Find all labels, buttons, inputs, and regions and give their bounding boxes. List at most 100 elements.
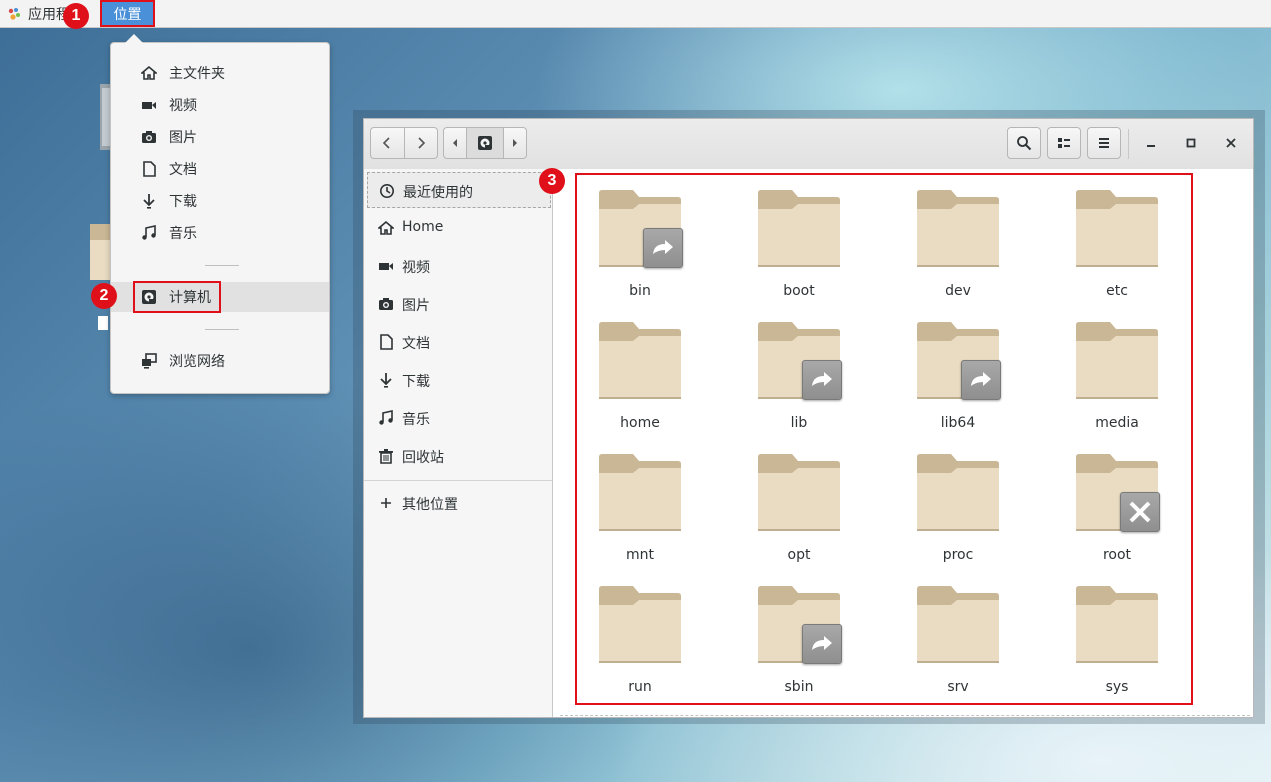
folder-icon <box>917 586 999 663</box>
folder-item-srv[interactable]: srv <box>898 579 1018 705</box>
folder-label: lib64 <box>940 415 976 431</box>
folder-label: run <box>628 679 652 695</box>
folder-label: media <box>1095 415 1139 431</box>
camera-icon <box>379 298 393 310</box>
sidebar-item-trash[interactable]: 回收站 <box>364 438 552 474</box>
header-bar <box>364 119 1253 170</box>
folder-item-lib64[interactable]: lib64 <box>898 315 1018 441</box>
places-item-documents[interactable]: 文档 <box>111 154 329 184</box>
places-item-label: 浏览网络 <box>169 354 225 370</box>
no-access-emblem-icon <box>1120 492 1160 532</box>
folder-icon <box>1076 190 1158 267</box>
sidebar-item-downloads[interactable]: 下载 <box>364 362 552 398</box>
home-icon <box>141 65 157 80</box>
recent-icon <box>380 184 394 198</box>
search-button[interactable] <box>1007 127 1041 159</box>
popup-arrow <box>125 34 143 43</box>
camera-icon <box>142 131 156 143</box>
folder-item-root[interactable]: root <box>1057 447 1177 573</box>
step-badge-3: 3 <box>539 168 565 194</box>
folder-icon <box>917 454 999 531</box>
folder-item-dev[interactable]: dev <box>898 183 1018 309</box>
places-item-network[interactable]: 浏览网络 <box>111 346 329 376</box>
sidebar-item-videos[interactable]: 视频 <box>364 248 552 284</box>
sidebar-item-label: 文档 <box>402 336 430 352</box>
places-item-downloads[interactable]: 下载 <box>111 186 329 216</box>
back-button[interactable] <box>371 128 405 158</box>
gnome-foot-icon <box>8 7 20 20</box>
folder-icon <box>758 190 840 267</box>
triangle-right-icon <box>513 139 517 147</box>
places-item-label: 下载 <box>169 194 197 210</box>
home-icon <box>378 220 394 235</box>
places-dropdown: 主文件夹 视频 图片 文档 下载 音乐 计算机 浏览网络 <box>110 34 330 394</box>
minimize-button[interactable] <box>1135 127 1167 159</box>
folder-item-etc[interactable]: etc <box>1057 183 1177 309</box>
sidebar-item-music[interactable]: 音乐 <box>364 400 552 436</box>
folder-label: mnt <box>626 547 654 563</box>
folder-item-bin[interactable]: bin <box>580 183 700 309</box>
folder-icon <box>599 454 681 531</box>
download-icon <box>143 194 155 209</box>
sidebar-item-home[interactable]: Home <box>364 210 552 246</box>
places-item-home[interactable]: 主文件夹 <box>111 58 329 88</box>
places-item-videos[interactable]: 视频 <box>111 90 329 120</box>
home-folder-desktop-icon[interactable] <box>90 224 112 334</box>
path-scroll-right-button[interactable] <box>503 128 526 158</box>
sidebar-item-recent[interactable]: 最近使用的 <box>367 172 551 208</box>
places-item-computer[interactable]: 计算机 <box>111 281 329 313</box>
close-button[interactable] <box>1215 127 1247 159</box>
symlink-emblem-icon <box>802 624 842 664</box>
folder-item-sys[interactable]: sys <box>1057 579 1177 705</box>
folder-label: lib <box>790 415 808 431</box>
hamburger-icon <box>1099 138 1109 148</box>
forward-button[interactable] <box>405 128 438 158</box>
folder-label: root <box>1102 547 1132 563</box>
computer-icon <box>142 290 156 304</box>
path-bar <box>443 127 527 159</box>
places-item-label: 图片 <box>169 130 197 146</box>
folder-item-proc[interactable]: proc <box>898 447 1018 573</box>
trash-icon <box>379 449 393 464</box>
places-item-label: 计算机 <box>169 290 211 306</box>
places-item-label: 视频 <box>169 98 197 114</box>
search-icon <box>1017 136 1032 151</box>
folder-item-boot[interactable]: boot <box>739 183 859 309</box>
download-icon <box>380 373 392 388</box>
video-icon <box>379 263 393 270</box>
path-computer-button[interactable] <box>467 128 503 158</box>
music-icon <box>379 410 393 425</box>
folder-item-sbin[interactable]: sbin <box>739 579 859 705</box>
folder-item-run[interactable]: run <box>580 579 700 705</box>
places-item-label: 主文件夹 <box>169 66 225 82</box>
folder-item-opt[interactable]: opt <box>739 447 859 573</box>
sidebar-item-label: 图片 <box>402 298 430 314</box>
network-icon <box>142 353 157 369</box>
places-item-pictures[interactable]: 图片 <box>111 122 329 152</box>
folder-item-media[interactable]: media <box>1057 315 1177 441</box>
path-scroll-left-button[interactable] <box>444 128 467 158</box>
symlink-emblem-icon <box>643 228 683 268</box>
sidebar-item-pictures[interactable]: 图片 <box>364 286 552 322</box>
places-menu-button[interactable]: 位置 <box>100 0 155 27</box>
chevron-right-icon <box>418 137 425 149</box>
folder-icon <box>917 190 999 267</box>
folder-item-mnt[interactable]: mnt <box>580 447 700 573</box>
folder-item-home[interactable]: home <box>580 315 700 441</box>
folder-icon <box>1076 322 1158 399</box>
maximize-button[interactable] <box>1175 127 1207 159</box>
menu-button[interactable] <box>1087 127 1121 159</box>
view-mode-button[interactable] <box>1047 127 1081 159</box>
folder-icon <box>1076 586 1158 663</box>
places-item-music[interactable]: 音乐 <box>111 218 329 248</box>
step-badge-1: 1 <box>63 3 89 29</box>
folder-label: home <box>620 415 660 431</box>
folder-label: proc <box>942 547 974 563</box>
folder-label: sbin <box>784 679 814 695</box>
sidebar-item-other-locations[interactable]: 其他位置 <box>364 485 552 521</box>
symlink-emblem-icon <box>961 360 1001 400</box>
sidebar-item-documents[interactable]: 文档 <box>364 324 552 360</box>
folder-item-lib[interactable]: lib <box>739 315 859 441</box>
symlink-emblem-icon <box>802 360 842 400</box>
folder-icon <box>758 454 840 531</box>
